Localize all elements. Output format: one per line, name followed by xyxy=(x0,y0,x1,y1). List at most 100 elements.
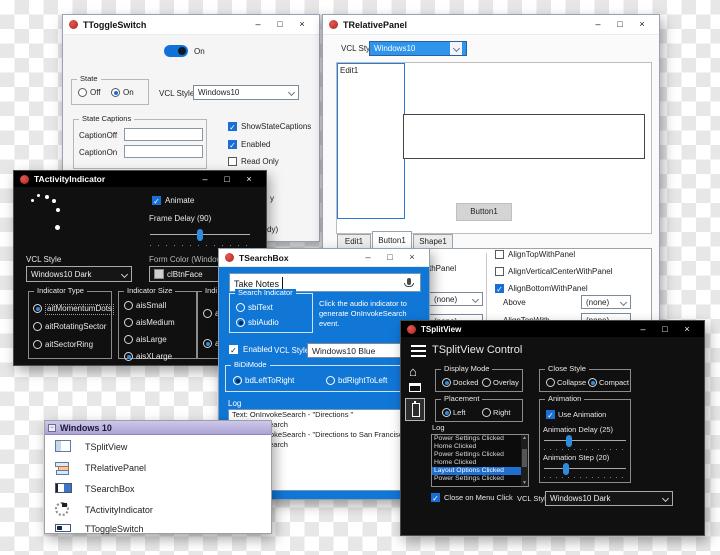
relativepanel-titlebar[interactable]: TRelativePanel – □ × xyxy=(323,15,659,35)
radio-bdrighttoleft[interactable] xyxy=(326,376,335,385)
radio-compact[interactable] xyxy=(588,378,597,387)
enabled-checkbox[interactable] xyxy=(229,345,238,354)
radio-aitsectorring[interactable] xyxy=(33,340,42,349)
maximize-icon[interactable]: □ xyxy=(269,20,291,29)
maximize-icon[interactable]: □ xyxy=(379,253,401,262)
edit1-box[interactable]: Edit1 xyxy=(337,63,405,219)
radio-docked[interactable] xyxy=(442,378,451,387)
radio-aismedium[interactable] xyxy=(124,318,133,327)
captionon-input[interactable] xyxy=(124,145,203,158)
animation-delay-slider[interactable] xyxy=(544,435,626,451)
toggleswitch-titlebar[interactable]: TToggleSwitch – □ × xyxy=(63,15,319,35)
vcl-style-dropdown[interactable]: Windows10 xyxy=(369,41,467,56)
vcl-style-dropdown[interactable]: Windows10 Dark xyxy=(545,491,673,506)
alignverticalcenter-checkbox[interactable] xyxy=(495,267,504,276)
log-item[interactable]: Power Settings Clicked xyxy=(432,435,521,443)
radio-bdlefttoright[interactable] xyxy=(233,376,242,385)
log-item[interactable]: Home Clicked xyxy=(432,459,521,467)
state-captions-caption: State Captions xyxy=(79,115,135,123)
radio-on[interactable] xyxy=(111,88,120,97)
slider-thumb[interactable] xyxy=(197,229,203,241)
radio-aisxlarge[interactable] xyxy=(124,352,133,361)
animation-step-slider[interactable] xyxy=(544,463,626,479)
list-header[interactable]: − Windows 10 xyxy=(45,421,271,435)
log-item[interactable]: Home Clicked xyxy=(432,443,521,451)
minimize-icon[interactable]: – xyxy=(357,253,379,262)
vcl-style-label: VCL Style xyxy=(274,346,310,355)
radio-collapse[interactable] xyxy=(546,378,555,387)
scrollbar[interactable]: ▲ ▼ xyxy=(521,435,528,486)
captionoff-input[interactable] xyxy=(124,128,203,141)
log-item[interactable]: Power Settings Clicked xyxy=(432,451,521,459)
tab-button1[interactable]: Button1 xyxy=(372,231,412,249)
collapse-icon[interactable]: − xyxy=(48,423,56,432)
use-animation-checkbox[interactable] xyxy=(546,410,555,419)
radio-third-1[interactable] xyxy=(203,309,212,318)
alignbottomwithpanel-checkbox[interactable] xyxy=(495,284,504,293)
animate-checkbox[interactable] xyxy=(152,196,161,205)
searchbox-titlebar[interactable]: TSearchBox – □ × xyxy=(219,249,429,267)
activityindicator-titlebar[interactable]: TActivityIndicator – □ × xyxy=(14,171,266,187)
radio-aitmomentumdots[interactable] xyxy=(33,304,42,313)
enabled-checkbox[interactable] xyxy=(228,140,237,149)
readonly-checkbox[interactable] xyxy=(228,157,237,166)
maximize-icon[interactable]: □ xyxy=(654,324,676,334)
log-item[interactable]: Power Settings Clicked xyxy=(432,475,521,483)
splitview-titlebar[interactable]: TSplitView – □ × xyxy=(401,321,704,337)
radio-off[interactable] xyxy=(78,88,87,97)
tab-shape1[interactable]: Shape1 xyxy=(413,234,453,249)
minimize-icon[interactable]: – xyxy=(247,20,269,29)
radio-sbiaudio[interactable] xyxy=(236,318,245,327)
radio-overlay[interactable] xyxy=(482,378,491,387)
chevron-down-icon xyxy=(619,298,628,306)
vcl-style-dropdown[interactable]: Windows10 xyxy=(193,85,299,100)
showstatecaptions-checkbox[interactable] xyxy=(228,122,237,131)
radio-left[interactable] xyxy=(442,408,451,417)
radio-right[interactable] xyxy=(482,408,491,417)
slider-thumb[interactable] xyxy=(566,435,572,447)
close-icon[interactable]: × xyxy=(676,324,698,334)
slider-thumb[interactable] xyxy=(563,463,569,475)
minimize-icon[interactable]: – xyxy=(587,20,609,29)
button1[interactable]: Button1 xyxy=(456,203,512,221)
maximize-icon[interactable]: □ xyxy=(609,20,631,29)
frame-delay-slider[interactable] xyxy=(150,229,250,247)
radio-third-2[interactable] xyxy=(203,339,212,348)
microphone-icon[interactable] xyxy=(404,278,414,287)
list-item-label: TSplitView xyxy=(85,442,128,452)
maximize-icon[interactable]: □ xyxy=(216,174,238,184)
tab-edit1[interactable]: Edit1 xyxy=(337,234,371,249)
chevron-down-icon xyxy=(452,44,460,53)
scroll-down-icon[interactable]: ▼ xyxy=(522,480,527,486)
home-icon[interactable]: ⌂ xyxy=(409,365,417,378)
component-list-window: − Windows 10 TSplitView TRelativePanel T… xyxy=(44,420,272,534)
close-icon[interactable]: × xyxy=(631,20,653,29)
radio-sbitext[interactable] xyxy=(236,303,245,312)
bdlefttoright-label: bdLeftToRight xyxy=(245,376,295,385)
radio-aitrotatingsector[interactable] xyxy=(33,322,42,331)
aligntopwithpanel-checkbox[interactable] xyxy=(495,250,504,259)
window-layout-icon[interactable] xyxy=(409,383,421,392)
minimize-icon[interactable]: – xyxy=(632,324,654,334)
vcl-style-dropdown[interactable]: Windows10 Dark xyxy=(26,266,132,282)
radio-aislarge[interactable] xyxy=(124,335,133,344)
splitview-icon xyxy=(55,440,71,452)
above-dropdown[interactable]: (none) xyxy=(581,295,631,309)
close-style-caption: Close Style xyxy=(545,365,589,373)
edit2-box[interactable] xyxy=(403,114,645,159)
hamburger-menu-icon[interactable] xyxy=(411,345,426,357)
minimize-icon[interactable]: – xyxy=(194,174,216,184)
toggle-switch[interactable] xyxy=(164,45,188,57)
close-on-menu-checkbox[interactable] xyxy=(431,493,440,502)
close-icon[interactable]: × xyxy=(238,174,260,184)
close-icon[interactable]: × xyxy=(401,253,423,262)
log-listbox[interactable]: Power Settings Clicked Home Clicked Powe… xyxy=(431,434,529,487)
scroll-up-icon[interactable]: ▲ xyxy=(522,435,527,441)
power-settings-icon[interactable] xyxy=(405,398,425,421)
close-icon[interactable]: × xyxy=(291,20,313,29)
right-label: Right xyxy=(493,408,511,417)
scroll-thumb[interactable] xyxy=(522,449,527,467)
left-dropdown-1[interactable]: (none) xyxy=(429,292,483,306)
radio-aissmall[interactable] xyxy=(124,301,133,310)
log-item-selected[interactable]: Layout Options Clicked xyxy=(432,467,521,475)
